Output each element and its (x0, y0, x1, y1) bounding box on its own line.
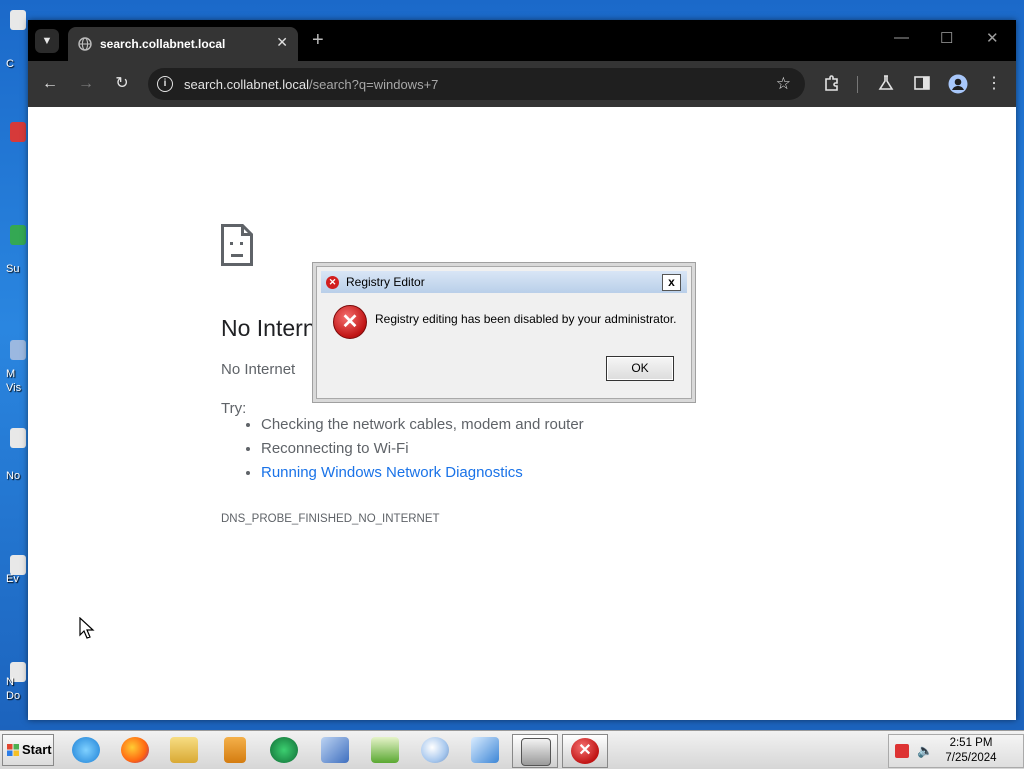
chat-bubble-icon (270, 737, 298, 763)
desktop-icon-label: No (6, 470, 21, 482)
start-label: Start (22, 742, 52, 757)
ie-icon (72, 737, 100, 763)
menu-kebab-icon[interactable]: ⋮ (984, 74, 1004, 94)
system-tray: 🔈 2:51 PM 7/25/2024 (888, 734, 1024, 768)
monitor-icon (321, 737, 349, 763)
taskbar-remote[interactable] (313, 734, 357, 766)
toolbar-divider (857, 76, 858, 93)
device-icon (521, 738, 551, 766)
labs-flask-icon[interactable] (876, 74, 896, 94)
desktop-icon-6[interactable]: Ev (0, 555, 28, 595)
start-button[interactable]: Start (2, 734, 54, 766)
taskbar-control-panel[interactable] (463, 734, 507, 766)
address-url: search.collabnet.local/search?q=windows+… (184, 77, 438, 92)
desktop-icon-2[interactable] (0, 122, 28, 162)
ok-button[interactable]: OK (606, 356, 674, 381)
forward-icon[interactable]: → (76, 74, 96, 94)
desktop-app-icon (10, 225, 26, 245)
taskbar-paint[interactable] (413, 734, 457, 766)
desktop-icon-label: C (6, 58, 14, 70)
desktop-icon-7[interactable]: N Do (0, 662, 28, 702)
site-info-icon[interactable]: i (157, 76, 173, 92)
desktop-app-icon (10, 10, 26, 30)
desktop-icon-label: M (6, 368, 16, 380)
browser-toolbar: ← → ↻ i search.collabnet.local/search?q=… (28, 61, 1016, 107)
windows-flag-icon (7, 744, 19, 756)
taskbar: Start ✕ 🔈 2:51 PM 7/25/2024 (0, 730, 1024, 769)
taskbar-resource-monitor[interactable] (363, 734, 407, 766)
reload-icon[interactable]: ↻ (112, 74, 132, 94)
media-player-icon (224, 737, 246, 763)
suggestion-item-diagnostics: Running Windows Network Diagnostics (261, 461, 584, 485)
error-icon: ✕ (333, 305, 367, 339)
desktop-icon-5[interactable]: No (0, 428, 28, 482)
paint-palette-icon (421, 737, 449, 763)
folder-icon (170, 737, 198, 763)
dialog-close-button[interactable]: x (662, 274, 681, 291)
desktop-app-icon (10, 555, 26, 575)
sad-page-icon (221, 224, 253, 266)
desktop-icon-label: Ev (6, 573, 19, 585)
window-close-icon[interactable]: ✕ (986, 29, 999, 47)
taskbar-firefox[interactable] (113, 734, 157, 766)
suggestion-list: Checking the network cables, modem and r… (224, 413, 584, 485)
tab-active[interactable]: search.collabnet.local ✕ (68, 27, 298, 61)
back-icon[interactable]: ← (40, 74, 60, 94)
suggestion-item: Checking the network cables, modem and r… (261, 413, 584, 437)
page-content: No Internet No Internet Try: Checking th… (28, 107, 1016, 720)
desktop-icon-1[interactable]: C (0, 10, 28, 70)
taskbar-chat[interactable] (262, 734, 306, 766)
control-panel-icon (471, 737, 499, 763)
address-bar[interactable]: i search.collabnet.local/search?q=window… (148, 68, 805, 100)
suggestion-item: Reconnecting to Wi-Fi (261, 437, 584, 461)
desktop-icon-label: N (6, 676, 14, 688)
profile-avatar-icon[interactable] (948, 74, 968, 94)
error-small-icon: ✕ (326, 276, 339, 289)
tab-search-button[interactable]: ▼ (35, 29, 59, 53)
error-icon: ✕ (571, 738, 599, 764)
desktop-app-icon (10, 340, 26, 360)
chart-icon (371, 737, 399, 763)
volume-muted-icon[interactable]: 🔈 (917, 744, 933, 758)
diagnostics-link[interactable]: Running Windows Network Diagnostics (261, 464, 523, 481)
maximize-icon[interactable]: ☐ (940, 29, 953, 47)
desktop-icon-3[interactable]: Su (0, 225, 28, 275)
mouse-cursor-icon (79, 617, 95, 639)
desktop-icon-4[interactable]: M Vis (0, 340, 28, 394)
side-panel-icon[interactable] (912, 74, 932, 94)
error-subtitle: No Internet (221, 361, 296, 378)
clock-time: 2:51 PM (949, 737, 993, 749)
tab-title: search.collabnet.local (100, 37, 226, 51)
clock[interactable]: 2:51 PM 7/25/2024 (941, 736, 1001, 766)
dialog-message: Registry editing has been disabled by yo… (375, 312, 677, 326)
clock-date: 7/25/2024 (945, 752, 997, 764)
taskbar-explorer[interactable] (162, 734, 206, 766)
desktop-app-icon (10, 122, 26, 142)
address-path: /search?q=windows+7 (309, 77, 439, 92)
minimize-icon[interactable]: — (894, 29, 909, 46)
new-tab-button[interactable]: + (312, 29, 324, 52)
error-code: DNS_PROBE_FINISHED_NO_INTERNET (221, 513, 440, 525)
bookmark-star-icon[interactable]: ☆ (776, 74, 791, 94)
tab-close-icon[interactable]: ✕ (276, 34, 288, 51)
taskbar-device[interactable] (512, 734, 558, 768)
desktop-icon-label: Do (6, 690, 21, 702)
desktop-app-icon (10, 428, 26, 448)
tab-strip: ▼ search.collabnet.local ✕ + — ☐ ✕ (28, 20, 1016, 61)
globe-icon (78, 37, 92, 51)
taskbar-registry-error[interactable]: ✕ (562, 734, 608, 768)
extensions-icon[interactable] (822, 74, 842, 94)
desktop-icon-label: Su (6, 263, 20, 275)
action-center-flag-icon[interactable] (895, 744, 909, 758)
address-host: search.collabnet.local (184, 77, 310, 92)
desktop-icon-label: Vis (6, 382, 22, 394)
taskbar-ie[interactable] (64, 734, 108, 766)
dialog-title: Registry Editor (346, 275, 425, 289)
dialog-titlebar[interactable]: ✕ Registry Editor x (321, 271, 687, 293)
firefox-icon (121, 737, 149, 763)
taskbar-media[interactable] (212, 734, 256, 766)
registry-editor-dialog: ✕ Registry Editor x ✕ Registry editing h… (316, 266, 692, 399)
